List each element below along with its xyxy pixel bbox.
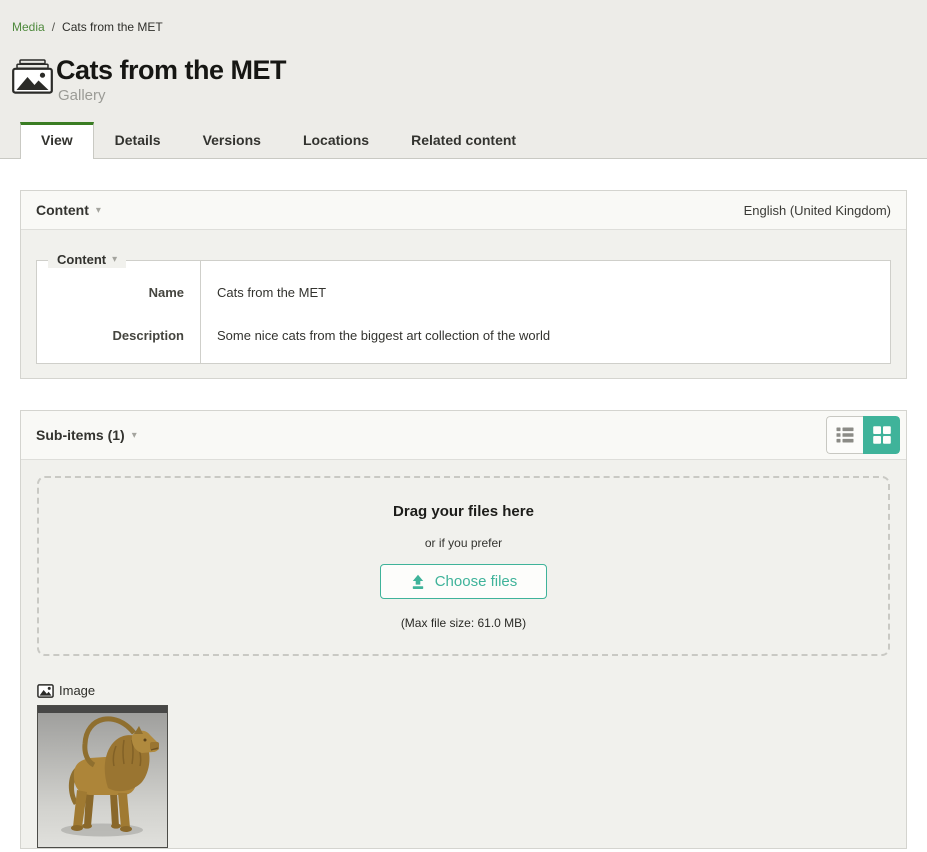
content-panel-toggle[interactable]: Content ▾: [36, 202, 101, 218]
file-dropzone[interactable]: Drag your files here or if you prefer Ch…: [37, 476, 890, 656]
language-label: English (United Kingdom): [744, 203, 891, 218]
content-fieldset-toggle[interactable]: Content ▾: [48, 251, 126, 268]
upload-icon: [410, 574, 426, 590]
tab-view[interactable]: View: [20, 122, 94, 159]
dropzone-heading: Drag your files here: [49, 503, 878, 520]
field-label-name: Name: [37, 261, 201, 314]
subitem-type-label: Image: [59, 683, 95, 698]
dropzone-subheading: or if you prefer: [49, 536, 878, 550]
tab-locations[interactable]: Locations: [282, 123, 390, 158]
list-view-button[interactable]: [826, 416, 863, 454]
gallery-stacked-images-icon: [12, 59, 53, 99]
tab-versions[interactable]: Versions: [182, 123, 282, 158]
subitems-panel-title: Sub-items (1): [36, 427, 125, 443]
tab-related-content[interactable]: Related content: [390, 123, 537, 158]
grid-view-icon: [871, 424, 893, 446]
title-row: Cats from the MET Gallery: [0, 34, 927, 104]
image-icon: [37, 684, 54, 698]
subitems-panel: Sub-items (1) ▾: [20, 410, 907, 849]
chevron-down-icon: ▾: [132, 430, 137, 441]
subitem-card[interactable]: Image: [37, 683, 168, 848]
chevron-down-icon: ▾: [96, 205, 101, 216]
tab-bar: View Details Versions Locations Related …: [0, 104, 927, 159]
field-value-description: Some nice cats from the biggest art coll…: [201, 314, 890, 363]
tab-details[interactable]: Details: [94, 123, 182, 158]
field-list: Name Cats from the MET Description Some …: [37, 261, 890, 363]
subitems-panel-header: Sub-items (1) ▾: [21, 411, 906, 460]
breadcrumb: Media / Cats from the MET: [0, 0, 927, 34]
subitem-thumbnail[interactable]: [37, 705, 168, 848]
content-type-label: Gallery: [58, 87, 286, 104]
choose-files-button[interactable]: Choose files: [380, 564, 548, 599]
field-value-name: Cats from the MET: [201, 261, 890, 314]
choose-files-label: Choose files: [435, 573, 518, 590]
grid-view-button[interactable]: [863, 416, 900, 454]
subitems-panel-body: Drag your files here or if you prefer Ch…: [21, 460, 906, 848]
chevron-down-icon: ▾: [112, 254, 117, 265]
subitems-panel-toggle[interactable]: Sub-items (1) ▾: [36, 427, 137, 443]
content-panel-title: Content: [36, 202, 89, 218]
breadcrumb-current: Cats from the MET: [62, 20, 163, 34]
view-mode-toggle: [826, 416, 900, 454]
content-fieldset: Content ▾ Name Cats from the MET Descrip…: [36, 260, 891, 364]
main-content: Content ▾ English (United Kingdom) Conte…: [0, 190, 927, 849]
max-file-size-note: (Max file size: 61.0 MB): [49, 616, 878, 630]
page-title: Cats from the MET: [56, 56, 286, 84]
content-panel-body: Content ▾ Name Cats from the MET Descrip…: [21, 230, 906, 378]
content-fieldset-legend: Content: [57, 252, 106, 267]
page-header: Media / Cats from the MET Cats from the …: [0, 0, 927, 159]
breadcrumb-separator: /: [52, 20, 55, 34]
subitem-type-row: Image: [37, 683, 168, 698]
breadcrumb-link-media[interactable]: Media: [12, 20, 45, 34]
list-view-icon: [834, 424, 856, 446]
golden-lion-sculpture-image: [38, 706, 167, 847]
content-panel-header: Content ▾ English (United Kingdom): [21, 191, 906, 230]
field-label-description: Description: [37, 314, 201, 363]
content-panel: Content ▾ English (United Kingdom) Conte…: [20, 190, 907, 379]
